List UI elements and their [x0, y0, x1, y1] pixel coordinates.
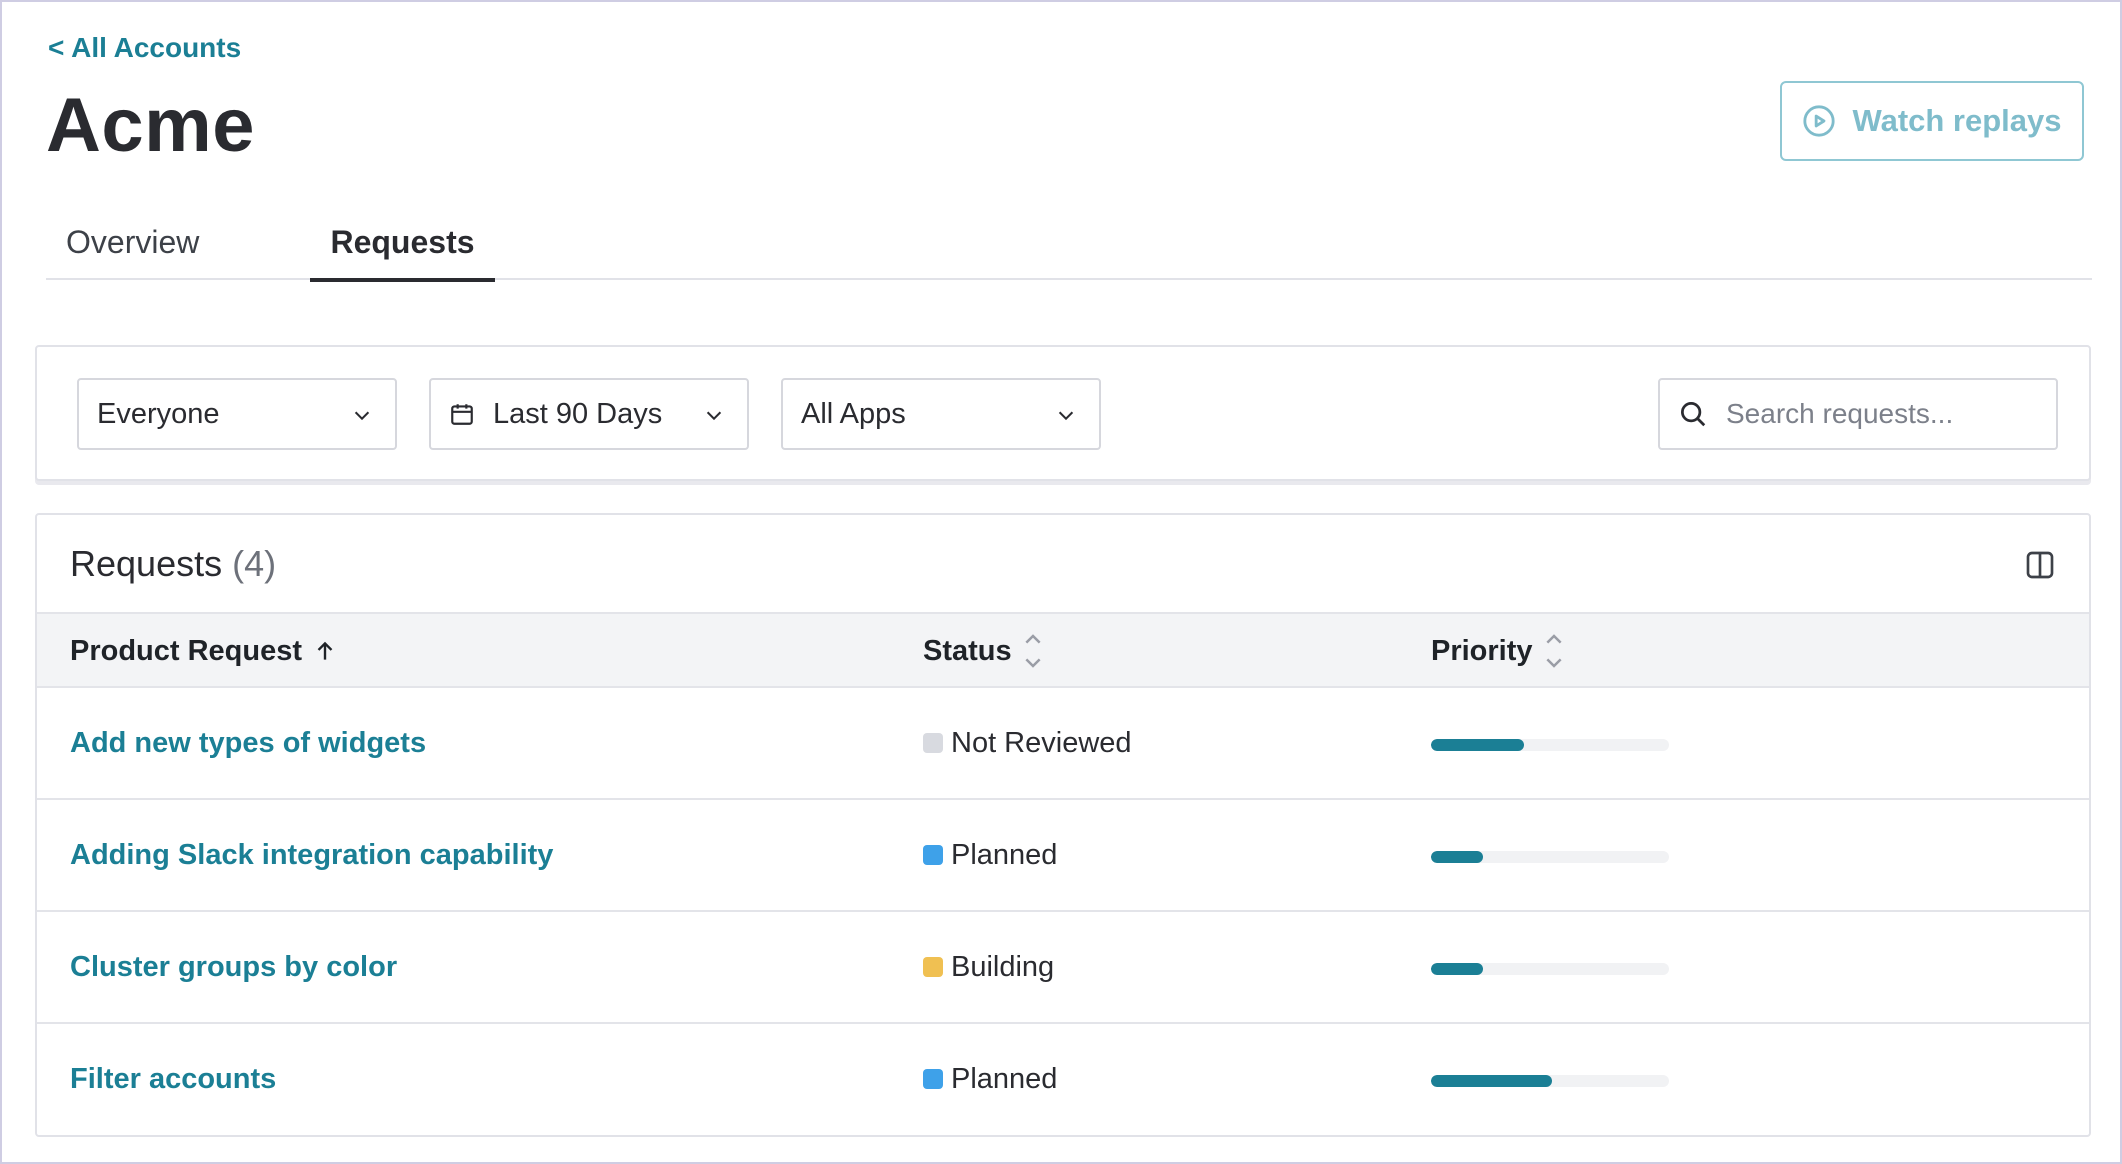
search-box — [1658, 378, 2058, 450]
status-dot — [923, 1069, 943, 1089]
sort-icon — [1545, 634, 1562, 668]
table-title-text: Requests — [70, 543, 223, 584]
date-range-value: Last 90 Days — [493, 397, 663, 430]
status-label: Not Reviewed — [951, 726, 1132, 759]
priority-fill — [1431, 1075, 1553, 1087]
request-link[interactable]: Add new types of widgets — [70, 688, 426, 798]
status-cell: Building — [923, 912, 1054, 1022]
watch-replays-button[interactable]: Watch replays — [1780, 81, 2084, 161]
table-row: Adding Slack integration capability Plan… — [37, 800, 2089, 912]
priority-bar — [1431, 739, 1669, 751]
apps-dropdown[interactable]: All Apps — [781, 378, 1101, 450]
status-label: Building — [951, 950, 1055, 983]
table-row: Add new types of widgets Not Reviewed — [37, 688, 2089, 800]
audience-dropdown[interactable]: Everyone — [77, 378, 397, 450]
status-dot — [923, 845, 943, 865]
calendar-icon — [451, 404, 473, 425]
table-header: Product Request Status Priority — [37, 612, 2089, 688]
back-to-accounts-link[interactable]: < All Accounts — [48, 32, 241, 64]
arrow-up-icon — [317, 641, 333, 660]
apps-value: All Apps — [801, 397, 906, 430]
play-circle-icon — [1803, 105, 1836, 137]
column-header-priority[interactable]: Priority — [1431, 614, 1565, 688]
request-link[interactable]: Filter accounts — [70, 1024, 276, 1134]
column-layout-icon[interactable] — [2024, 549, 2056, 581]
priority-fill — [1431, 851, 1484, 863]
priority-fill — [1431, 963, 1484, 975]
status-cell: Not Reviewed — [923, 688, 1132, 798]
chevron-down-icon — [354, 411, 370, 421]
status-label: Planned — [951, 1062, 1058, 1095]
column-label: Product Request — [70, 634, 303, 667]
priority-bar — [1431, 851, 1669, 863]
table-row: Filter accounts Planned — [37, 1024, 2089, 1135]
status-dot — [923, 957, 943, 977]
sort-icon — [1025, 634, 1041, 668]
search-icon — [1681, 402, 1706, 427]
status-cell: Planned — [923, 1024, 1057, 1134]
status-dot — [923, 733, 943, 753]
request-link[interactable]: Cluster groups by color — [70, 912, 397, 1022]
tab-overview[interactable]: Overview — [66, 212, 199, 280]
status-cell: Planned — [923, 800, 1057, 910]
search-input[interactable] — [1726, 398, 2026, 430]
table-body: Add new types of widgets Not Reviewed Ad… — [37, 688, 2089, 1135]
column-header-status[interactable]: Status — [923, 614, 1044, 688]
tab-bar: Overview Requests — [46, 212, 2092, 282]
app-frame: < All Accounts Acme Watch replays Overvi… — [0, 0, 2122, 1164]
filter-bar: Everyone Last 90 Days All Apps — [35, 345, 2091, 481]
table-title: Requests (4) — [70, 543, 276, 585]
watch-replays-label: Watch replays — [1852, 103, 2062, 138]
request-link[interactable]: Adding Slack integration capability — [70, 800, 553, 910]
priority-fill — [1431, 739, 1524, 751]
priority-bar — [1431, 1075, 1669, 1087]
chevron-down-icon — [706, 411, 722, 421]
status-label: Planned — [951, 838, 1058, 871]
priority-bar — [1431, 963, 1669, 975]
date-range-dropdown[interactable]: Last 90 Days — [429, 378, 749, 450]
chevron-down-icon — [1058, 411, 1074, 421]
page-title: Acme — [46, 83, 255, 168]
table-row: Cluster groups by color Building — [37, 912, 2089, 1024]
request-count: (4) — [232, 543, 277, 584]
column-header-product-request[interactable]: Product Request — [70, 614, 338, 688]
tab-requests[interactable]: Requests — [310, 212, 495, 282]
requests-table: Requests (4) Product Request Status Prior… — [35, 513, 2091, 1137]
column-label: Priority — [1431, 634, 1533, 667]
audience-value: Everyone — [97, 397, 220, 430]
column-label: Status — [923, 634, 1012, 667]
